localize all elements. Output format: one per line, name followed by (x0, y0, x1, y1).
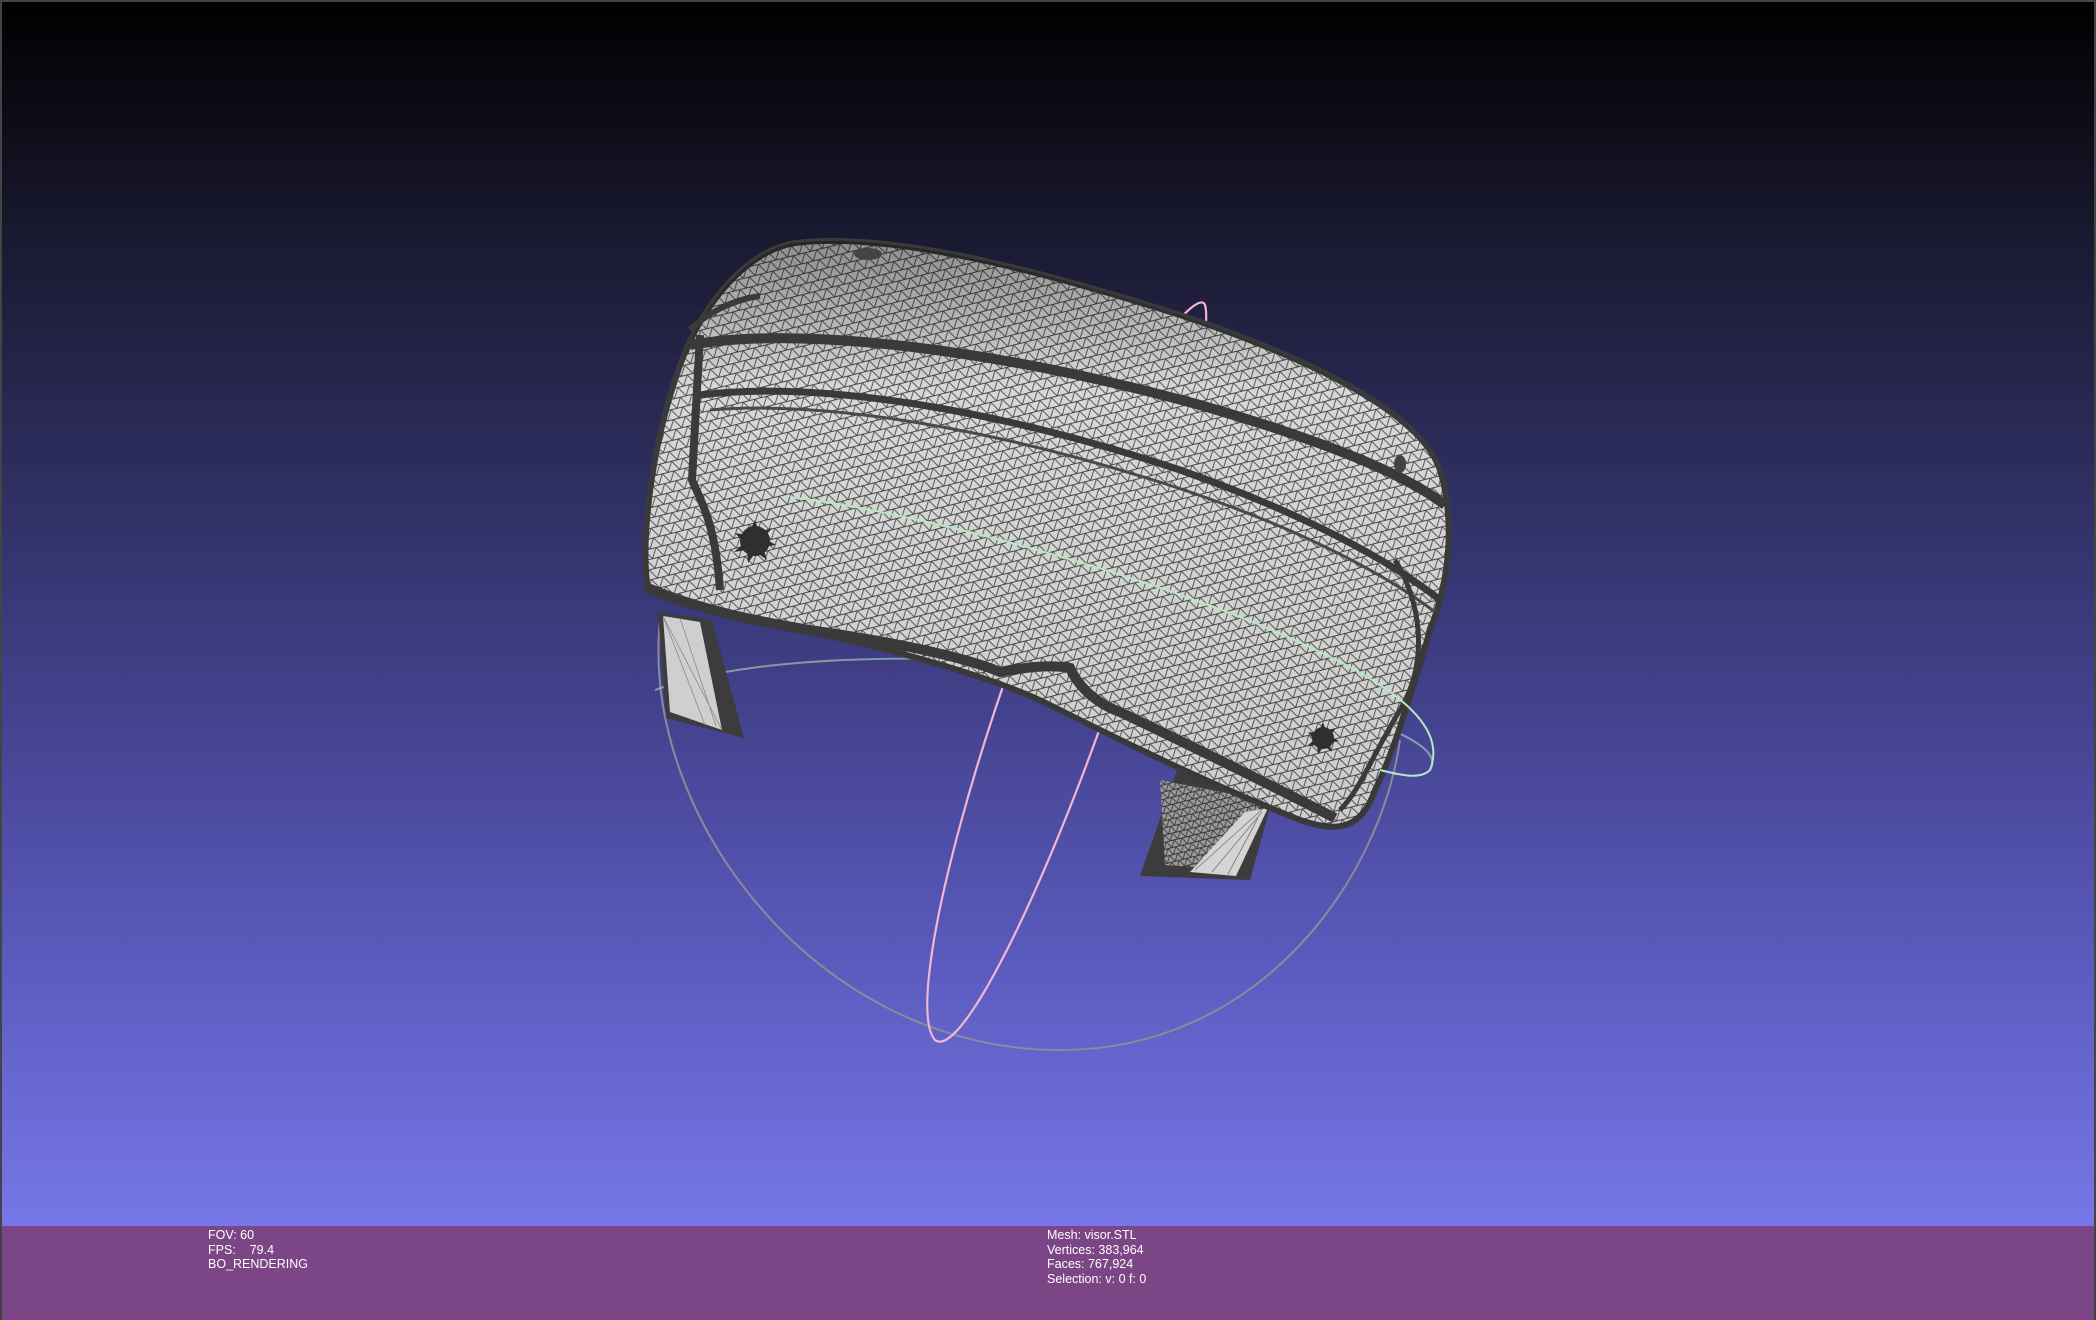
mesh-name: Mesh: visor.STL (1047, 1228, 1137, 1242)
render-mode: BO_RENDERING (208, 1257, 309, 1272)
visor-mesh[interactable] (642, 237, 1452, 830)
vertex-count: Vertices: 383,964 (1047, 1242, 1144, 1257)
fps-label: FPS: (208, 1242, 236, 1257)
fov-readout: FOV: 60 (208, 1228, 255, 1242)
render-info-panel: FOV: 60 FPS: 79.4 BO_RENDERING (208, 1228, 308, 1272)
scene-canvas[interactable] (0, 0, 2096, 1226)
visor-left-tab (658, 612, 744, 738)
fps-value: 79.4 (249, 1242, 275, 1257)
face-count: Faces: 767,924 (1047, 1257, 1134, 1272)
mesh-info-panel: Mesh: visor.STL Vertices: 383,964 Faces:… (1047, 1228, 1146, 1286)
3d-viewport[interactable] (0, 0, 2096, 1226)
viewport-frame-top (0, 0, 2096, 2)
selection-count: Selection: v: 0 f: 0 (1047, 1271, 1147, 1286)
fps-readout: FPS: 79.4 (208, 1243, 308, 1258)
viewport-frame-left (0, 0, 2, 1320)
